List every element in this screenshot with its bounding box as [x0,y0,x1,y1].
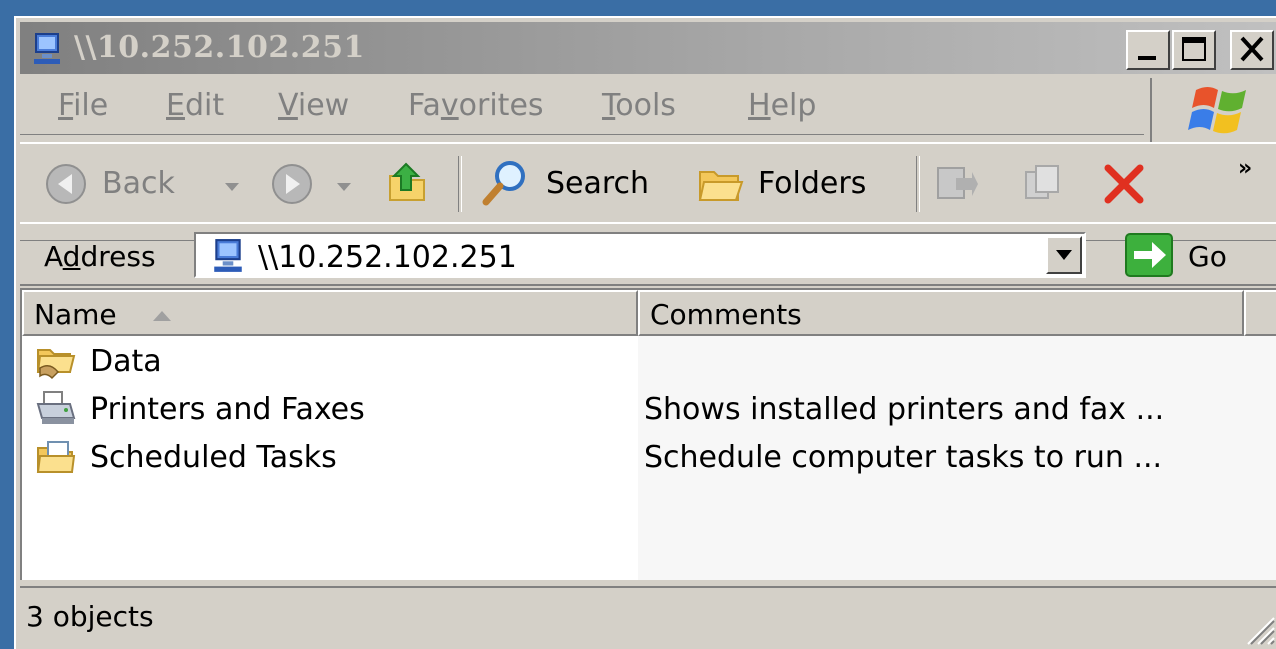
back-button[interactable]: Back [44,154,264,216]
item-comment: Schedule computer tasks to run ... [644,440,1163,475]
column-name-label: Name [34,298,117,331]
forward-button[interactable] [270,154,366,216]
folders-label: Folders [758,166,867,201]
status-object-count: 3 objects [26,600,154,633]
folders-button[interactable]: Folders [696,154,896,216]
windows-logo-icon [1188,87,1246,134]
menu-favorites[interactable]: Favorites [408,88,544,123]
item-name: Data [90,344,162,379]
item-name: Printers and Faxes [90,392,365,427]
sort-ascending-icon [153,311,171,321]
window-title: \\10.252.102.251 [74,30,365,65]
column-header-extra[interactable] [1244,290,1276,336]
go-arrow-icon[interactable] [1124,232,1174,278]
title-bar[interactable]: \\10.252.102.251 [20,22,1276,74]
menu-tools[interactable]: Tools [602,88,676,123]
search-icon [482,161,525,206]
chevron-down-icon [1056,250,1072,260]
address-value: \\10.252.102.251 [258,240,517,275]
item-comment: Shows installed printers and fax ... [644,392,1165,427]
printer-icon [36,391,76,424]
back-dropdown-icon [225,183,239,191]
go-button[interactable]: Go [1188,240,1227,273]
list-item[interactable]: Printers and Faxes Shows installed print… [22,386,1272,432]
address-input[interactable]: \\10.252.102.251 [194,232,1086,278]
list-item[interactable]: Scheduled Tasks Schedule computer tasks … [22,434,1272,480]
address-label: Address [44,240,156,273]
folders-icon [698,171,744,201]
toolbar-separator [458,156,462,212]
network-computer-icon [34,33,60,64]
column-header-name[interactable]: Name [22,290,638,336]
copy-to-icon[interactable] [1022,162,1066,206]
search-label: Search [546,166,650,201]
list-item[interactable]: Data [22,338,1272,384]
maximize-button[interactable] [1172,30,1216,70]
minimize-icon [1138,56,1156,60]
resize-grip-icon[interactable] [1240,610,1276,646]
close-button[interactable] [1230,30,1274,70]
file-list-view[interactable]: Name Comments Data Printers and Faxes Sh… [20,288,1276,580]
menu-file[interactable]: File [58,88,108,123]
delete-icon[interactable] [1100,160,1148,208]
shared-folder-icon [36,349,76,380]
windows-logo-area [1150,78,1276,142]
column-comments-label: Comments [650,298,802,331]
menu-view[interactable]: View [278,88,349,123]
scheduled-tasks-icon [36,441,76,473]
menu-edit[interactable]: Edit [166,88,224,123]
forward-dropdown-icon [337,183,351,191]
menu-bar: File Edit View Favorites Tools Help [20,78,1144,135]
forward-arrow-icon [272,164,312,204]
move-to-icon[interactable] [934,162,978,206]
search-button[interactable]: Search [480,154,680,216]
menu-help[interactable]: Help [748,88,816,123]
up-folder-icon[interactable] [384,158,432,206]
status-bar: 3 objects [20,586,1276,646]
explorer-window: \\10.252.102.251 File Edit View Favorite… [14,16,1276,649]
column-header-comments[interactable]: Comments [638,290,1244,336]
close-icon [1240,36,1264,62]
toolbar-overflow-chevron[interactable]: » [1238,156,1252,181]
maximize-icon [1182,37,1206,61]
back-arrow-icon [46,164,86,204]
minimize-button[interactable] [1126,30,1170,70]
address-bar: Address \\10.252.102.251 Go [20,222,1276,286]
item-name: Scheduled Tasks [90,440,337,475]
back-label: Back [102,166,175,201]
network-computer-icon [214,239,242,272]
toolbar-separator [916,156,920,212]
address-dropdown-button[interactable] [1046,236,1082,274]
